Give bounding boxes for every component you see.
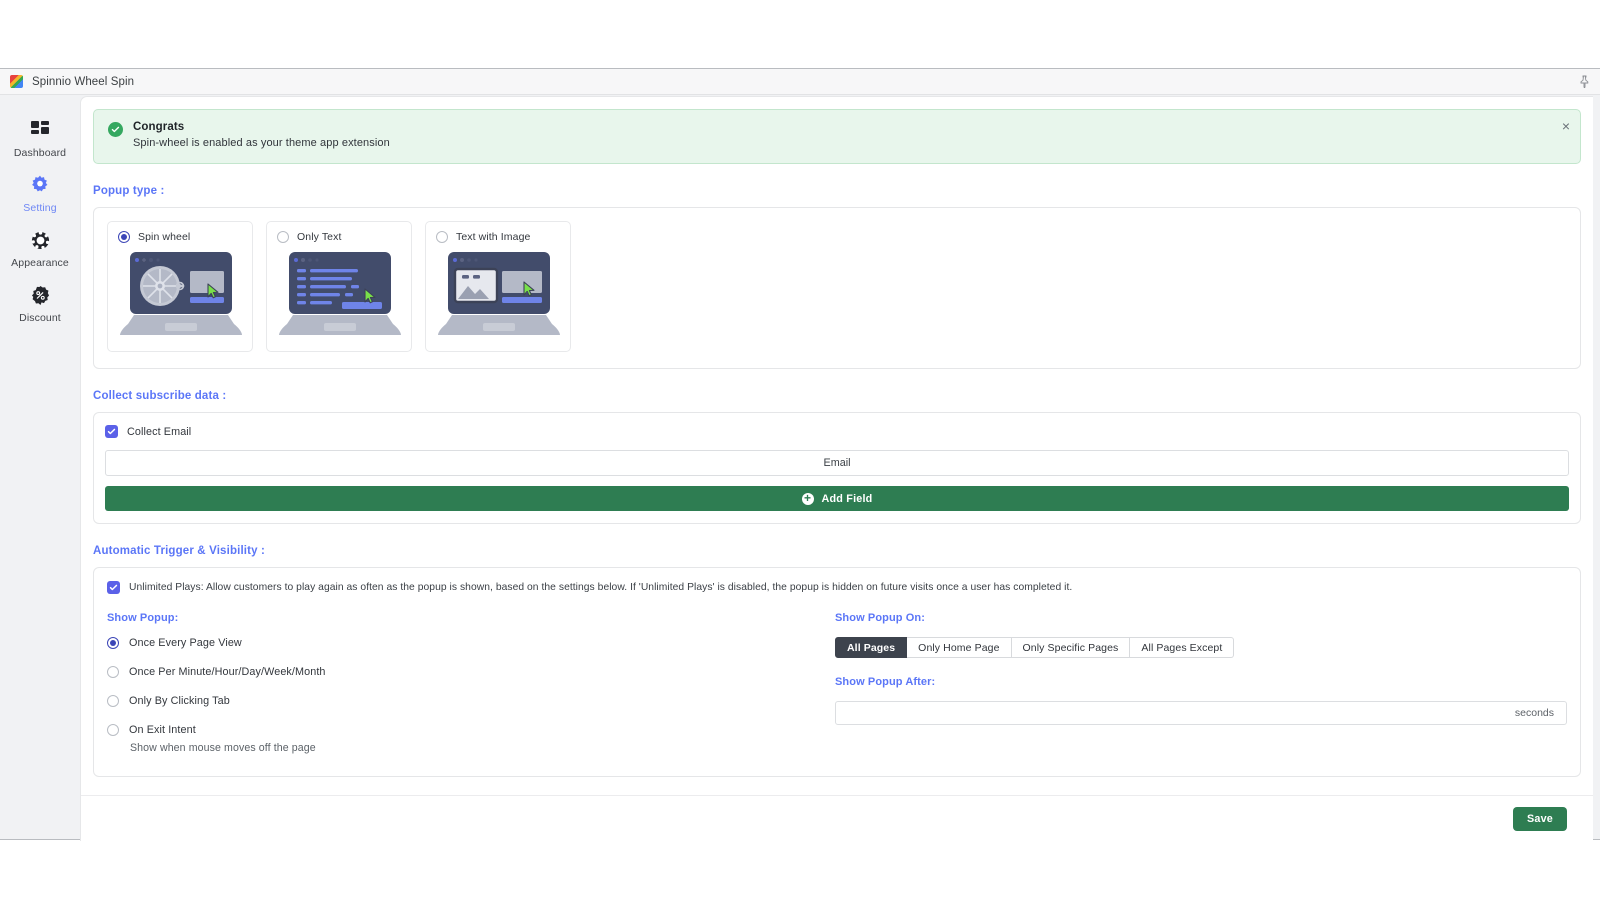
radio-text-with-image[interactable] [436,231,448,243]
popup-type-label: Only Text [297,231,342,243]
show-popup-after-input[interactable]: seconds [835,701,1567,725]
show-popup-option-on-exit-intent[interactable]: On Exit Intent [107,724,835,736]
popup-type-section-label: Popup type : [93,185,165,197]
titlebar-actions [1579,75,1590,88]
popup-type-label: Text with Image [456,231,531,243]
collect-email-row[interactable]: Collect Email [105,425,1569,438]
success-banner: Congrats Spin-wheel is enabled as your t… [93,109,1581,164]
main-content-panel: Congrats Spin-wheel is enabled as your t… [80,96,1593,841]
segment-all-pages-except[interactable]: All Pages Except [1130,637,1235,658]
show-popup-option-label: Only By Clicking Tab [129,695,230,707]
collect-email-checkbox[interactable] [105,425,118,438]
radio-spin-wheel[interactable] [118,231,130,243]
popup-type-option-spin-wheel[interactable]: Spin wheel [107,221,253,352]
radio-once-per-period[interactable] [107,666,119,678]
add-field-button[interactable]: + Add Field [105,486,1569,511]
show-popup-on-label: Show Popup On: [835,612,925,624]
show-popup-option-only-by-clicking-tab[interactable]: Only By Clicking Tab [107,695,835,707]
unlimited-plays-checkbox[interactable] [107,581,120,594]
radio-only-by-clicking-tab[interactable] [107,695,119,707]
popup-type-option-text-with-image[interactable]: Text with Image [425,221,571,352]
show-popup-after-label: Show Popup After: [835,676,936,688]
sidebar-item-dashboard[interactable]: Dashboard [0,110,80,165]
pin-icon[interactable] [1579,75,1590,88]
sidebar-nav: Dashboard Setting Appearance Discount [0,96,80,839]
application-window: Spinnio Wheel Spin Dashboard Setting App… [0,68,1600,841]
sidebar-item-appearance[interactable]: Appearance [0,220,80,275]
palette-icon [31,229,50,251]
add-field-label: Add Field [821,492,873,505]
dashboard-grid-icon [30,119,50,141]
app-title: Spinnio Wheel Spin [32,75,135,88]
email-field[interactable]: Email [105,450,1569,476]
unlimited-plays-row[interactable]: Unlimited Plays: Allow customers to play… [107,581,1567,594]
trigger-section-label: Automatic Trigger & Visibility : [93,545,266,557]
trigger-visibility-card: Unlimited Plays: Allow customers to play… [93,567,1581,777]
show-popup-on-column: Show Popup On: All Pages Only Home Page … [835,612,1567,754]
banner-title: Congrats [133,121,185,133]
app-favicon-icon [10,75,23,88]
show-popup-option-once-every-page-view[interactable]: Once Every Page View [107,637,835,649]
unlimited-plays-label: Unlimited Plays: Allow customers to play… [129,582,1073,593]
radio-on-exit-intent[interactable] [107,724,119,736]
gear-icon [30,174,50,196]
collect-email-label: Collect Email [127,425,192,438]
show-popup-option-label: Once Per Minute/Hour/Day/Week/Month [129,666,326,678]
show-popup-option-once-per-period[interactable]: Once Per Minute/Hour/Day/Week/Month [107,666,835,678]
exit-intent-help-text: Show when mouse moves off the page [130,742,316,754]
radio-only-text[interactable] [277,231,289,243]
show-popup-option-label: On Exit Intent [129,724,196,736]
check-circle-icon [108,122,123,137]
collect-subscribe-card: Collect Email Email + Add Field [93,412,1581,524]
window-titlebar: Spinnio Wheel Spin [0,69,1600,95]
plus-circle-icon: + [801,492,814,505]
show-popup-label: Show Popup: [107,612,179,624]
sidebar-item-label: Dashboard [13,147,67,159]
seconds-suffix-label: seconds [1514,707,1554,719]
discount-tag-icon [31,284,50,306]
segment-only-specific-pages[interactable]: Only Specific Pages [1011,637,1131,658]
show-popup-column: Show Popup: Once Every Page View Once Pe… [107,612,835,754]
laptop-textimage-illustration [438,252,560,335]
laptop-onlytext-illustration [279,252,401,335]
segment-all-pages[interactable]: All Pages [835,637,908,658]
banner-subtitle: Spin-wheel is enabled as your theme app … [133,137,390,149]
show-popup-option-label: Once Every Page View [129,637,242,649]
radio-once-every-page-view[interactable] [107,637,119,649]
popup-type-label: Spin wheel [138,231,191,243]
save-button[interactable]: Save [1512,806,1567,831]
sidebar-item-label: Discount [19,312,61,324]
sidebar-item-label: Appearance [11,257,69,269]
sidebar-item-discount[interactable]: Discount [0,275,80,330]
collect-section-label: Collect subscribe data : [93,390,227,402]
segment-only-home-page[interactable]: Only Home Page [907,637,1012,658]
popup-type-card: Spin wheel Only Text Text with Image [93,207,1581,369]
popup-type-option-only-text[interactable]: Only Text [266,221,412,352]
sidebar-item-label: Setting [23,202,57,214]
sidebar-item-setting[interactable]: Setting [0,165,80,220]
close-icon[interactable]: × [1562,119,1570,133]
show-popup-on-segmented-control: All Pages Only Home Page Only Specific P… [835,637,1567,658]
laptop-spinwheel-illustration [120,252,242,335]
panel-footer: Save [81,795,1593,841]
